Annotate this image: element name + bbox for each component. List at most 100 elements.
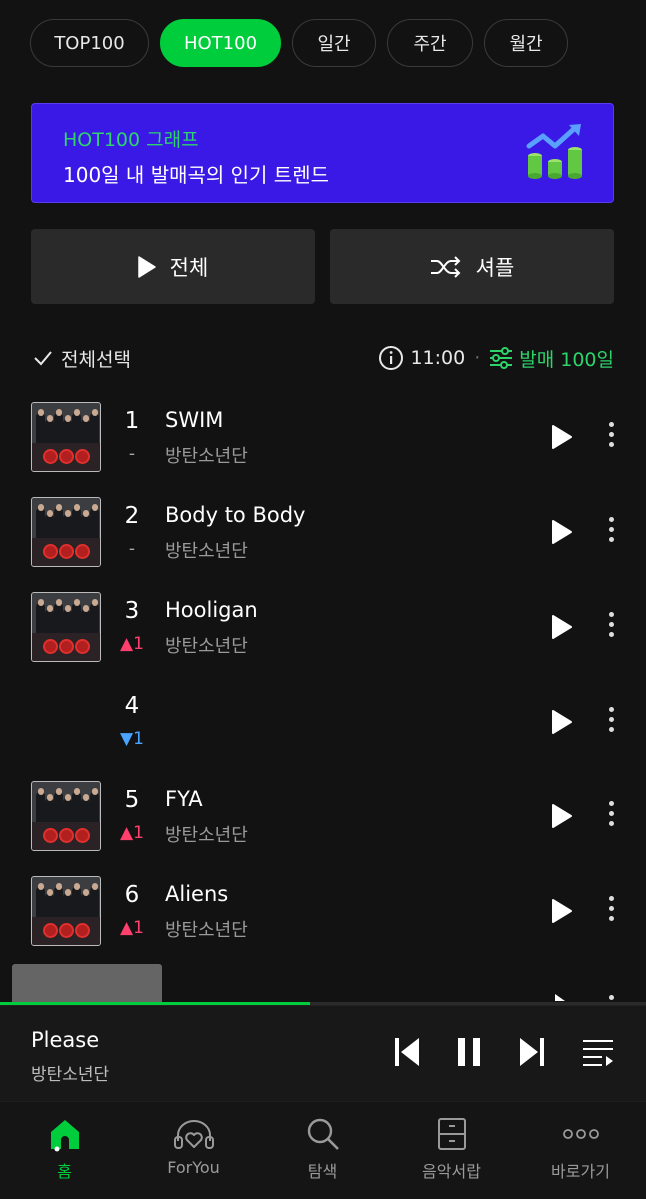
song-artist[interactable]: 방탄소년단 [165, 632, 248, 658]
separator: · [474, 347, 481, 369]
album-emblem [75, 544, 90, 559]
nav-foryou[interactable]: ForYou [129, 1102, 258, 1199]
song-row[interactable]: 5 ▲1 FYA 방탄소년단 [0, 773, 646, 867]
tab-monthly[interactable]: 월간 [484, 19, 568, 67]
nav-label: 홈 [57, 1162, 72, 1181]
now-playing-title: Please [31, 1028, 100, 1052]
play-icon[interactable] [551, 614, 573, 640]
album-figure-face [55, 504, 62, 511]
more-options-icon[interactable] [603, 707, 619, 737]
play-icon[interactable] [551, 898, 573, 924]
album-figure-face [73, 883, 80, 890]
album-figure-face [64, 794, 71, 801]
song-title: Body to Body [165, 503, 306, 527]
playlist-icon[interactable] [582, 1038, 614, 1068]
pause-icon[interactable] [455, 1036, 483, 1068]
select-all-button[interactable]: 전체선택 [33, 345, 131, 372]
album-figure-face [73, 504, 80, 511]
album-figure [54, 413, 63, 447]
more-options-icon[interactable] [603, 801, 619, 831]
album-figure [54, 603, 63, 637]
update-time: 11:00 [410, 347, 466, 369]
play-icon[interactable] [551, 803, 573, 829]
album-figure-face [46, 605, 53, 612]
song-row[interactable]: 3 ▲1 Hooligan 방탄소년단 [0, 584, 646, 678]
play-icon[interactable] [551, 519, 573, 545]
more-options-icon[interactable] [603, 612, 619, 642]
album-emblem [59, 828, 74, 843]
song-artist[interactable]: 방탄소년단 [165, 442, 248, 468]
tab-daily[interactable]: 일간 [292, 19, 376, 67]
album-figure-face [37, 599, 44, 606]
more-options-icon[interactable] [603, 422, 619, 452]
play-icon[interactable] [551, 709, 573, 735]
filter-label: 발매 100일 [519, 348, 614, 371]
info-icon[interactable] [378, 345, 404, 371]
album-art[interactable] [31, 592, 101, 662]
next-track-icon[interactable] [518, 1036, 546, 1068]
album-emblem [75, 923, 90, 938]
album-figure-face [64, 889, 71, 896]
song-row[interactable]: 4 ▼1 [0, 679, 646, 773]
nav-search[interactable]: 탐색 [258, 1102, 387, 1199]
nav-music-drawer[interactable]: 음악서랍 [387, 1102, 516, 1199]
tab-hot100[interactable]: HOT100 [160, 19, 281, 67]
album-figure [90, 887, 99, 921]
album-figure [54, 887, 63, 921]
previous-track-icon[interactable] [393, 1036, 421, 1068]
album-figure [36, 413, 45, 447]
song-row[interactable]: 1 - SWIM 방탄소년단 [0, 394, 646, 488]
shuffle-button[interactable]: 셔플 [330, 229, 614, 304]
song-artist[interactable]: 방탄소년단 [165, 537, 248, 563]
rank-number: 1 [124, 408, 140, 434]
more-options-icon[interactable] [603, 517, 619, 547]
album-art[interactable] [31, 781, 101, 851]
album-figure-face [91, 599, 98, 606]
nav-label: 탐색 [307, 1162, 338, 1181]
song-title: FYA [165, 787, 203, 811]
album-emblem [59, 923, 74, 938]
banner-title: HOT100 그래프 [63, 129, 199, 151]
album-emblem [75, 639, 90, 654]
album-art[interactable] [31, 687, 101, 757]
album-emblem [43, 544, 58, 559]
album-emblem [75, 449, 90, 464]
album-figure-face [64, 510, 71, 517]
more-options-icon[interactable] [603, 896, 619, 926]
song-artist[interactable]: 방탄소년단 [165, 916, 248, 942]
mini-player[interactable]: Please 방탄소년단 [0, 1005, 646, 1101]
nav-label: ForYou [167, 1158, 220, 1177]
nav-shortcuts[interactable]: 바로가기 [516, 1102, 645, 1199]
album-emblem [43, 639, 58, 654]
rank-change: ▲1 [120, 918, 144, 938]
home-icon [47, 1116, 83, 1152]
play-icon[interactable] [551, 424, 573, 450]
album-figure-face [82, 510, 89, 517]
album-art[interactable] [31, 876, 101, 946]
album-figure-face [55, 599, 62, 606]
song-row[interactable]: 6 ▲1 Aliens 방탄소년단 [0, 868, 646, 962]
album-figure-face [46, 510, 53, 517]
tab-weekly[interactable]: 주간 [387, 19, 473, 67]
song-artist[interactable]: 방탄소년단 [165, 821, 248, 847]
hot100-graph-banner[interactable]: HOT100 그래프 100일 내 발매곡의 인기 트렌드 [31, 103, 614, 203]
play-all-button[interactable]: 전체 [31, 229, 315, 304]
filter-button[interactable]: 발매 100일 [489, 345, 614, 372]
album-figure-face [64, 415, 71, 422]
album-figure [90, 603, 99, 637]
album-figure [36, 887, 45, 921]
album-figure-face [55, 409, 62, 416]
album-figure-face [55, 788, 62, 795]
rank-number: 6 [124, 882, 140, 908]
album-figure-face [82, 889, 89, 896]
album-art[interactable] [31, 497, 101, 567]
album-figure-face [37, 883, 44, 890]
tab-top100[interactable]: TOP100 [30, 19, 149, 67]
shuffle-label: 셔플 [475, 255, 515, 280]
album-art[interactable] [31, 402, 101, 472]
album-figure-face [37, 409, 44, 416]
song-row[interactable]: 2 - Body to Body 방탄소년단 [0, 489, 646, 583]
nav-home[interactable]: 홈 [0, 1102, 129, 1199]
rank-number: 5 [124, 787, 140, 813]
album-figure-face [82, 605, 89, 612]
